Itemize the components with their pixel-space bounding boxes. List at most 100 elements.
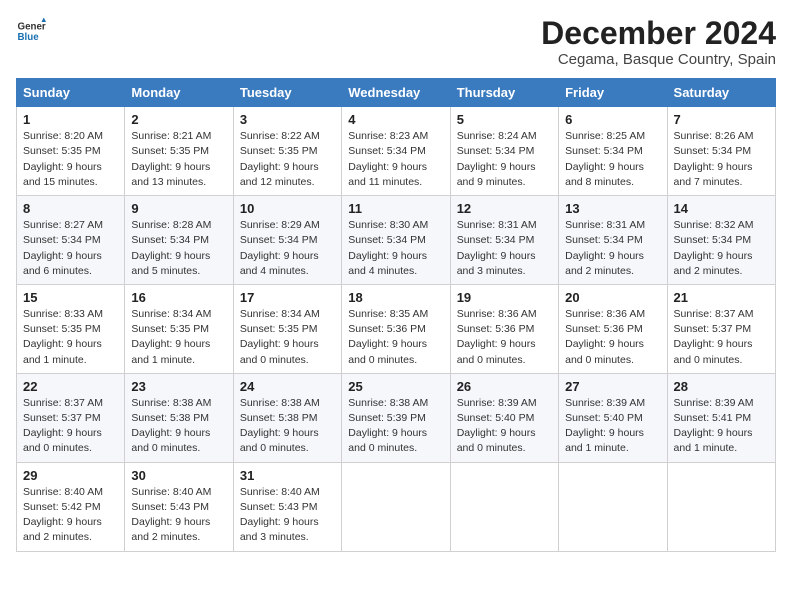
- day-info: Sunrise: 8:22 AMSunset: 5:35 PMDaylight:…: [240, 130, 320, 188]
- month-title: December 2024: [541, 16, 776, 51]
- day-info: Sunrise: 8:38 AMSunset: 5:39 PMDaylight:…: [348, 397, 428, 455]
- day-info: Sunrise: 8:37 AMSunset: 5:37 PMDaylight:…: [23, 397, 103, 455]
- day-info: Sunrise: 8:37 AMSunset: 5:37 PMDaylight:…: [674, 308, 754, 366]
- day-number: 29: [23, 468, 118, 483]
- day-number: 23: [131, 379, 226, 394]
- table-row: 20 Sunrise: 8:36 AMSunset: 5:36 PMDaylig…: [559, 284, 667, 373]
- day-number: 6: [565, 112, 660, 127]
- table-row: [667, 462, 775, 551]
- location: Cegama, Basque Country, Spain: [541, 51, 776, 68]
- day-number: 1: [23, 112, 118, 127]
- day-info: Sunrise: 8:40 AMSunset: 5:42 PMDaylight:…: [23, 486, 103, 544]
- day-info: Sunrise: 8:31 AMSunset: 5:34 PMDaylight:…: [565, 219, 645, 277]
- table-row: 15 Sunrise: 8:33 AMSunset: 5:35 PMDaylig…: [17, 284, 125, 373]
- day-number: 14: [674, 201, 769, 216]
- calendar-week-row: 29 Sunrise: 8:40 AMSunset: 5:42 PMDaylig…: [17, 462, 776, 551]
- day-info: Sunrise: 8:32 AMSunset: 5:34 PMDaylight:…: [674, 219, 754, 277]
- day-number: 11: [348, 201, 443, 216]
- day-info: Sunrise: 8:38 AMSunset: 5:38 PMDaylight:…: [240, 397, 320, 455]
- day-number: 20: [565, 290, 660, 305]
- table-row: 12 Sunrise: 8:31 AMSunset: 5:34 PMDaylig…: [450, 196, 558, 285]
- day-number: 19: [457, 290, 552, 305]
- day-number: 12: [457, 201, 552, 216]
- calendar-table: Sunday Monday Tuesday Wednesday Thursday…: [16, 78, 776, 551]
- table-row: [450, 462, 558, 551]
- day-info: Sunrise: 8:36 AMSunset: 5:36 PMDaylight:…: [565, 308, 645, 366]
- day-info: Sunrise: 8:27 AMSunset: 5:34 PMDaylight:…: [23, 219, 103, 277]
- day-info: Sunrise: 8:23 AMSunset: 5:34 PMDaylight:…: [348, 130, 428, 188]
- calendar-week-row: 22 Sunrise: 8:37 AMSunset: 5:37 PMDaylig…: [17, 373, 776, 462]
- svg-text:Blue: Blue: [18, 32, 40, 43]
- table-row: 7 Sunrise: 8:26 AMSunset: 5:34 PMDayligh…: [667, 107, 775, 196]
- table-row: 2 Sunrise: 8:21 AMSunset: 5:35 PMDayligh…: [125, 107, 233, 196]
- day-number: 26: [457, 379, 552, 394]
- day-info: Sunrise: 8:39 AMSunset: 5:40 PMDaylight:…: [565, 397, 645, 455]
- day-number: 17: [240, 290, 335, 305]
- day-number: 15: [23, 290, 118, 305]
- col-tuesday: Tuesday: [233, 79, 341, 107]
- table-row: 16 Sunrise: 8:34 AMSunset: 5:35 PMDaylig…: [125, 284, 233, 373]
- header: General Blue December 2024 Cegama, Basqu…: [16, 16, 776, 68]
- table-row: 13 Sunrise: 8:31 AMSunset: 5:34 PMDaylig…: [559, 196, 667, 285]
- table-row: 31 Sunrise: 8:40 AMSunset: 5:43 PMDaylig…: [233, 462, 341, 551]
- table-row: 24 Sunrise: 8:38 AMSunset: 5:38 PMDaylig…: [233, 373, 341, 462]
- calendar-week-row: 8 Sunrise: 8:27 AMSunset: 5:34 PMDayligh…: [17, 196, 776, 285]
- day-info: Sunrise: 8:28 AMSunset: 5:34 PMDaylight:…: [131, 219, 211, 277]
- day-number: 18: [348, 290, 443, 305]
- day-info: Sunrise: 8:30 AMSunset: 5:34 PMDaylight:…: [348, 219, 428, 277]
- table-row: [559, 462, 667, 551]
- day-number: 2: [131, 112, 226, 127]
- day-info: Sunrise: 8:40 AMSunset: 5:43 PMDaylight:…: [240, 486, 320, 544]
- table-row: 3 Sunrise: 8:22 AMSunset: 5:35 PMDayligh…: [233, 107, 341, 196]
- col-friday: Friday: [559, 79, 667, 107]
- day-number: 5: [457, 112, 552, 127]
- col-wednesday: Wednesday: [342, 79, 450, 107]
- day-number: 28: [674, 379, 769, 394]
- day-number: 7: [674, 112, 769, 127]
- day-number: 10: [240, 201, 335, 216]
- day-info: Sunrise: 8:26 AMSunset: 5:34 PMDaylight:…: [674, 130, 754, 188]
- table-row: 17 Sunrise: 8:34 AMSunset: 5:35 PMDaylig…: [233, 284, 341, 373]
- table-row: 10 Sunrise: 8:29 AMSunset: 5:34 PMDaylig…: [233, 196, 341, 285]
- calendar-week-row: 15 Sunrise: 8:33 AMSunset: 5:35 PMDaylig…: [17, 284, 776, 373]
- table-row: 14 Sunrise: 8:32 AMSunset: 5:34 PMDaylig…: [667, 196, 775, 285]
- day-info: Sunrise: 8:21 AMSunset: 5:35 PMDaylight:…: [131, 130, 211, 188]
- title-block: December 2024 Cegama, Basque Country, Sp…: [541, 16, 776, 68]
- day-info: Sunrise: 8:34 AMSunset: 5:35 PMDaylight:…: [131, 308, 211, 366]
- day-number: 31: [240, 468, 335, 483]
- svg-text:General: General: [18, 22, 47, 33]
- table-row: 22 Sunrise: 8:37 AMSunset: 5:37 PMDaylig…: [17, 373, 125, 462]
- day-info: Sunrise: 8:39 AMSunset: 5:40 PMDaylight:…: [457, 397, 537, 455]
- day-info: Sunrise: 8:38 AMSunset: 5:38 PMDaylight:…: [131, 397, 211, 455]
- day-number: 16: [131, 290, 226, 305]
- day-info: Sunrise: 8:40 AMSunset: 5:43 PMDaylight:…: [131, 486, 211, 544]
- day-info: Sunrise: 8:25 AMSunset: 5:34 PMDaylight:…: [565, 130, 645, 188]
- day-number: 9: [131, 201, 226, 216]
- day-number: 22: [23, 379, 118, 394]
- day-info: Sunrise: 8:29 AMSunset: 5:34 PMDaylight:…: [240, 219, 320, 277]
- table-row: 9 Sunrise: 8:28 AMSunset: 5:34 PMDayligh…: [125, 196, 233, 285]
- day-number: 24: [240, 379, 335, 394]
- table-row: 28 Sunrise: 8:39 AMSunset: 5:41 PMDaylig…: [667, 373, 775, 462]
- calendar-container: General Blue December 2024 Cegama, Basqu…: [0, 0, 792, 560]
- table-row: 23 Sunrise: 8:38 AMSunset: 5:38 PMDaylig…: [125, 373, 233, 462]
- calendar-week-row: 1 Sunrise: 8:20 AMSunset: 5:35 PMDayligh…: [17, 107, 776, 196]
- table-row: [342, 462, 450, 551]
- day-number: 8: [23, 201, 118, 216]
- day-number: 3: [240, 112, 335, 127]
- table-row: 27 Sunrise: 8:39 AMSunset: 5:40 PMDaylig…: [559, 373, 667, 462]
- table-row: 19 Sunrise: 8:36 AMSunset: 5:36 PMDaylig…: [450, 284, 558, 373]
- day-info: Sunrise: 8:31 AMSunset: 5:34 PMDaylight:…: [457, 219, 537, 277]
- day-number: 21: [674, 290, 769, 305]
- col-thursday: Thursday: [450, 79, 558, 107]
- table-row: 30 Sunrise: 8:40 AMSunset: 5:43 PMDaylig…: [125, 462, 233, 551]
- day-number: 27: [565, 379, 660, 394]
- day-info: Sunrise: 8:33 AMSunset: 5:35 PMDaylight:…: [23, 308, 103, 366]
- day-number: 4: [348, 112, 443, 127]
- logo: General Blue: [16, 16, 46, 46]
- table-row: 18 Sunrise: 8:35 AMSunset: 5:36 PMDaylig…: [342, 284, 450, 373]
- table-row: 4 Sunrise: 8:23 AMSunset: 5:34 PMDayligh…: [342, 107, 450, 196]
- day-number: 30: [131, 468, 226, 483]
- day-number: 13: [565, 201, 660, 216]
- table-row: 5 Sunrise: 8:24 AMSunset: 5:34 PMDayligh…: [450, 107, 558, 196]
